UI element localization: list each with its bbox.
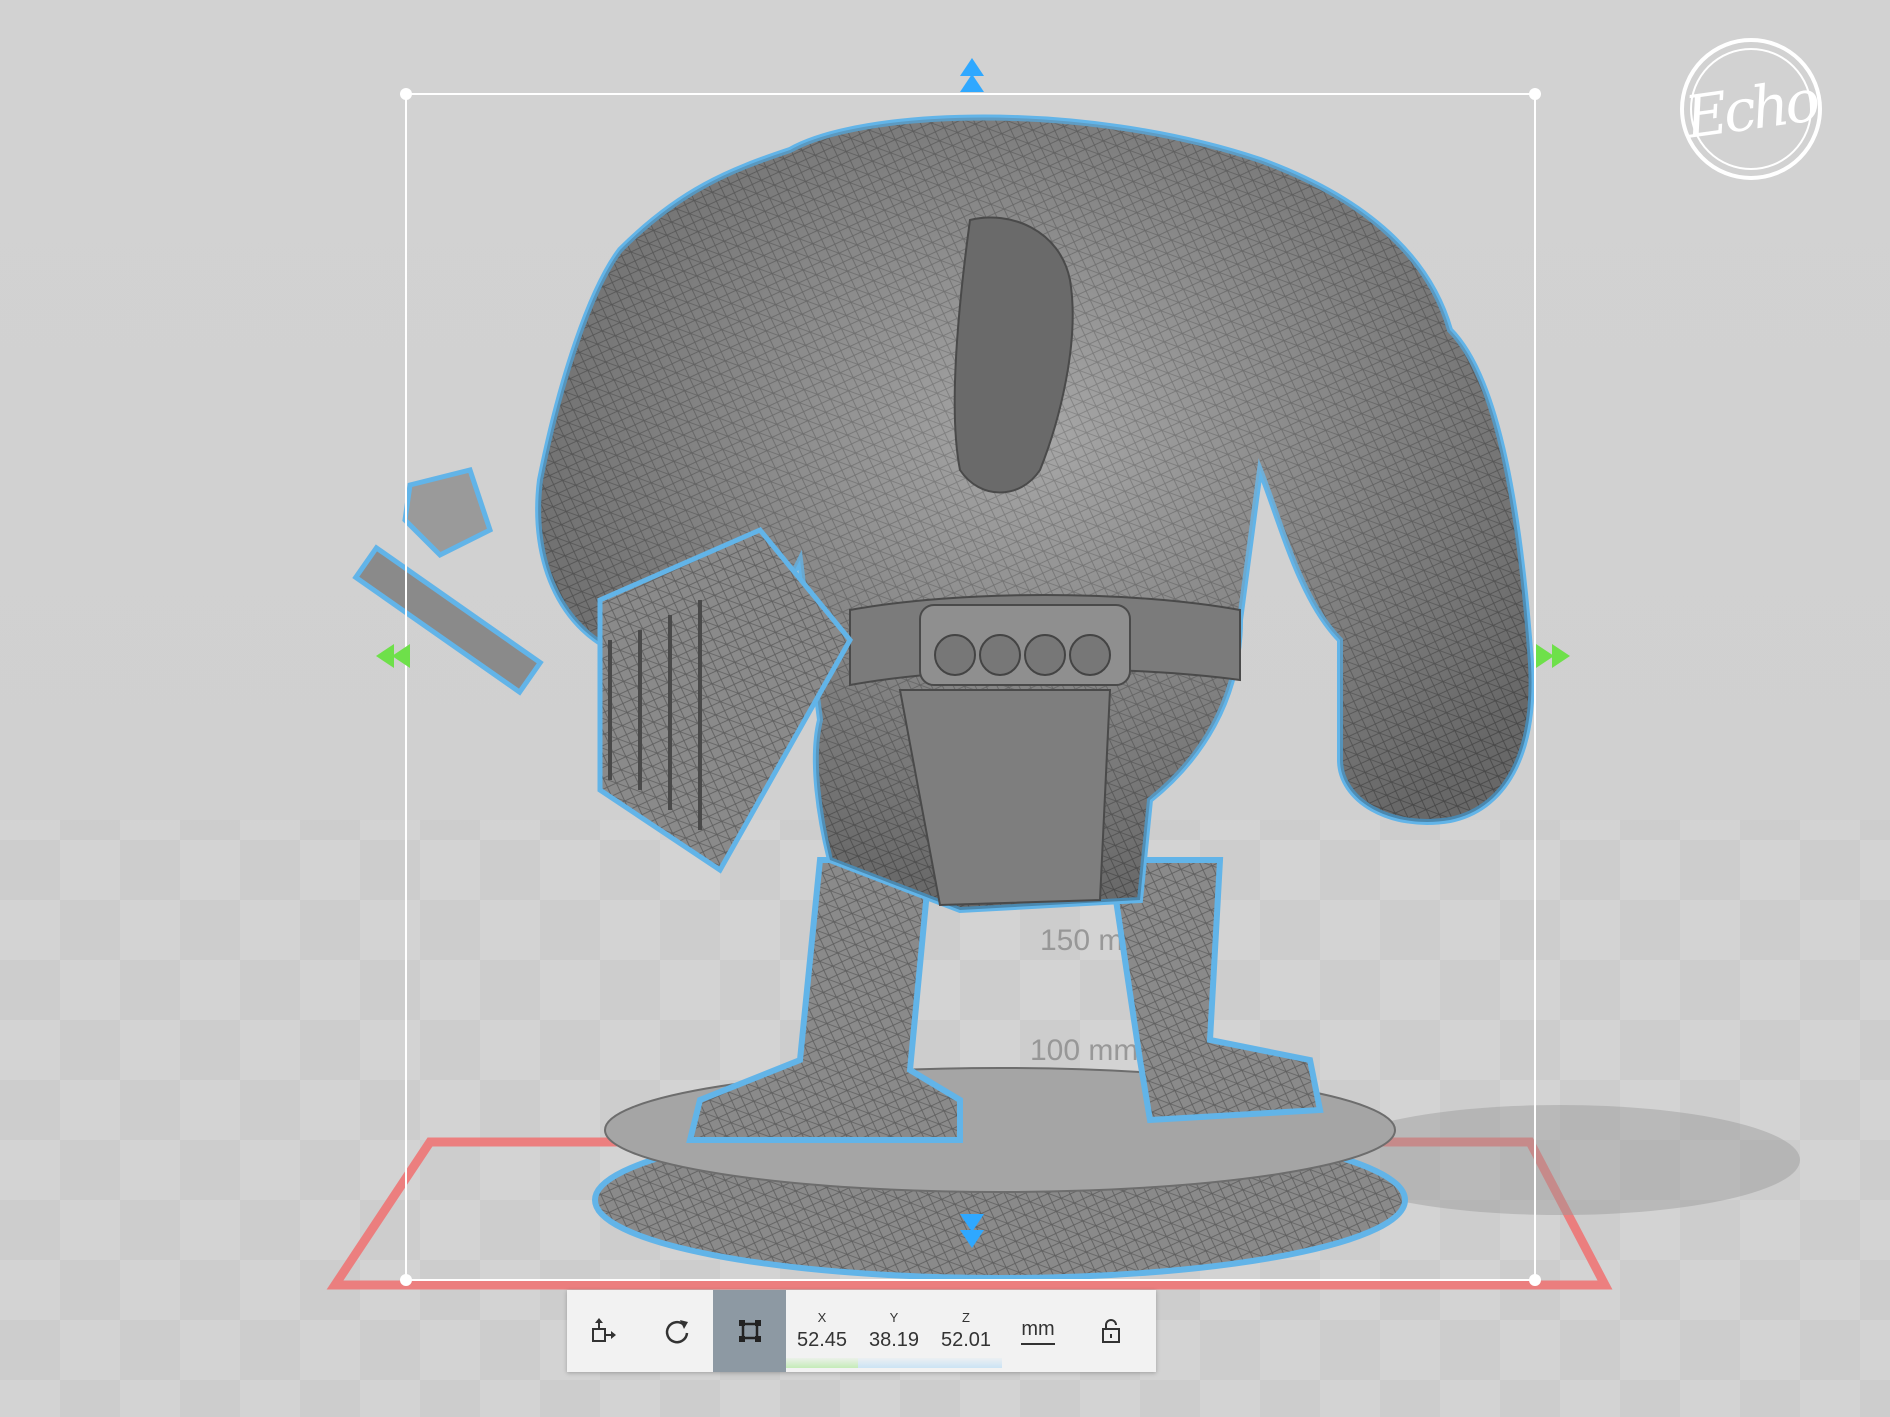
lock-icon bbox=[1101, 1319, 1120, 1343]
lock-proportions-button[interactable] bbox=[1074, 1290, 1147, 1372]
unit-label: mm bbox=[1021, 1318, 1055, 1345]
3d-viewport[interactable]: 150 mm100 mm50 mm bbox=[0, 0, 1890, 1417]
y-value-input[interactable] bbox=[859, 1329, 929, 1352]
corner-handle-bottom-right bbox=[1529, 1274, 1541, 1286]
rotate-icon bbox=[665, 1320, 688, 1344]
corner-handle-top-left bbox=[400, 88, 412, 100]
corner-handle-bottom-left bbox=[400, 1274, 412, 1286]
x-dimension: X bbox=[786, 1290, 858, 1372]
y-dimension: Y bbox=[858, 1290, 930, 1372]
scene: 150 mm100 mm50 mm bbox=[0, 0, 1890, 1417]
scale-button[interactable] bbox=[713, 1290, 786, 1372]
move-button[interactable] bbox=[567, 1290, 640, 1372]
x-label: X bbox=[817, 1310, 827, 1325]
x-axis-bar bbox=[786, 1358, 858, 1368]
transform-toolbar: X Y Z mm bbox=[567, 1290, 1156, 1372]
scale-icon bbox=[738, 1320, 761, 1342]
rotate-button[interactable] bbox=[640, 1290, 713, 1372]
y-axis-bar bbox=[858, 1358, 930, 1368]
x-value-input[interactable] bbox=[787, 1329, 857, 1352]
echo-logo: Echo bbox=[1680, 38, 1822, 180]
y-label: Y bbox=[889, 1310, 899, 1325]
logo-text: Echo bbox=[1681, 66, 1821, 152]
corner-handle-top-right bbox=[1529, 88, 1541, 100]
z-value-input[interactable] bbox=[931, 1329, 1001, 1352]
z-axis-bar bbox=[930, 1358, 1002, 1368]
floor-scale-label: 100 mm bbox=[1030, 1034, 1138, 1067]
move-icon bbox=[591, 1318, 616, 1342]
unit-selector[interactable]: mm bbox=[1002, 1290, 1074, 1372]
z-label: Z bbox=[962, 1310, 970, 1325]
z-dimension: Z bbox=[930, 1290, 1002, 1372]
